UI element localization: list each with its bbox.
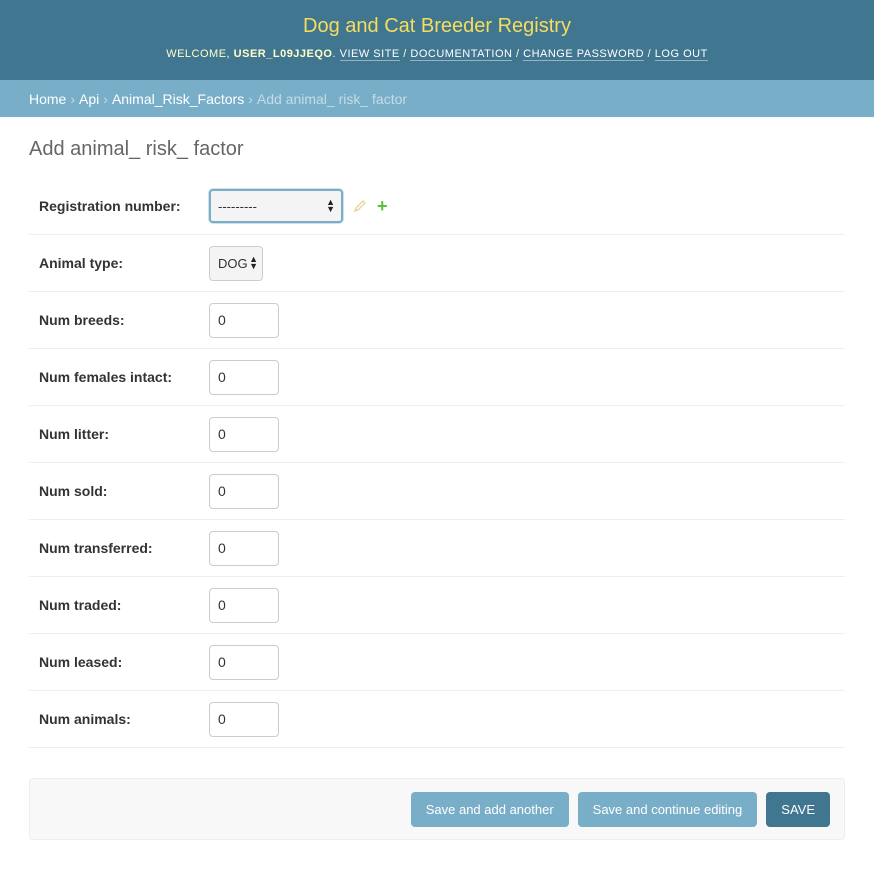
breadcrumb: Home › Api › Animal_Risk_Factors › Add a… bbox=[0, 80, 874, 117]
form-row-num-sold: Num sold: bbox=[29, 463, 845, 520]
registration-number-select[interactable]: --------- ▲ ▼ bbox=[209, 189, 343, 223]
save-button[interactable]: Save bbox=[766, 791, 830, 827]
breadcrumb-animal-risk-factors[interactable]: Animal_Risk_Factors bbox=[112, 91, 244, 107]
breadcrumb-separator: › bbox=[248, 90, 253, 107]
form-row-animal-type: Animal type: DOG ▲ ▼ bbox=[29, 235, 845, 292]
plus-icon[interactable]: + bbox=[377, 197, 388, 215]
num-sold-input[interactable] bbox=[209, 473, 279, 509]
registration-number-value: --------- bbox=[218, 198, 257, 214]
breadcrumb-separator: › bbox=[70, 90, 76, 107]
num-transferred-label: Num transferred: bbox=[39, 540, 153, 556]
risk-factor-form: Registration number: --------- ▲ ▼ + Anim… bbox=[29, 178, 845, 748]
num-transferred-input[interactable] bbox=[209, 530, 279, 566]
num-animals-input[interactable] bbox=[209, 701, 279, 737]
main-content: Add animal_ risk_ factor Registration nu… bbox=[0, 117, 874, 840]
num-leased-label: Num leased: bbox=[39, 654, 123, 670]
animal-type-label: Animal type: bbox=[39, 255, 124, 271]
related-widget-icons: + bbox=[353, 197, 388, 215]
num-sold-label: Num sold: bbox=[39, 483, 108, 499]
logout-link[interactable]: Log out bbox=[654, 48, 708, 61]
animal-type-value: DOG bbox=[218, 255, 248, 271]
breadcrumb-current: Add animal_ risk_ factor bbox=[256, 90, 408, 107]
welcome-text: Welcome, bbox=[166, 48, 231, 60]
user-tools: Welcome, USER_L09JJEQO. View site / Docu… bbox=[166, 48, 708, 61]
form-row-num-traded: Num traded: bbox=[29, 577, 845, 634]
view-site-link[interactable]: View site bbox=[339, 48, 400, 61]
select-arrows-icon: ▲ ▼ bbox=[249, 254, 258, 271]
num-litter-label: Num litter: bbox=[39, 426, 109, 442]
form-row-num-litter: Num litter: bbox=[29, 406, 845, 463]
num-traded-input[interactable] bbox=[209, 587, 279, 623]
num-leased-input[interactable] bbox=[209, 644, 279, 680]
num-breeds-input[interactable] bbox=[209, 302, 279, 338]
registration-number-label: Registration number: bbox=[39, 198, 181, 214]
change-password-link[interactable]: Change password bbox=[523, 48, 645, 61]
documentation-link[interactable]: Documentation bbox=[410, 48, 513, 61]
save-and-add-another-button[interactable]: Save and add another bbox=[410, 791, 569, 827]
form-row-num-females-intact: Num females intact: bbox=[29, 349, 845, 406]
pencil-icon[interactable] bbox=[353, 199, 367, 213]
num-traded-label: Num traded: bbox=[39, 597, 122, 613]
num-animals-label: Num animals: bbox=[39, 711, 131, 727]
form-row-num-animals: Num animals: bbox=[29, 691, 845, 748]
form-row-registration-number: Registration number: --------- ▲ ▼ + bbox=[29, 178, 845, 235]
form-row-num-transferred: Num transferred: bbox=[29, 520, 845, 577]
breadcrumb-home[interactable]: Home bbox=[29, 91, 66, 107]
username: USER_L09JJEQO bbox=[233, 48, 333, 60]
num-females-intact-input[interactable] bbox=[209, 359, 279, 395]
breadcrumb-separator: › bbox=[103, 90, 108, 107]
page-title: Add animal_ risk_ factor bbox=[29, 138, 244, 160]
animal-type-select[interactable]: DOG ▲ ▼ bbox=[209, 245, 263, 281]
select-arrows-icon: ▲ ▼ bbox=[326, 197, 335, 214]
save-and-continue-button[interactable]: Save and continue editing bbox=[577, 791, 758, 827]
site-title[interactable]: Dog and Cat Breeder Registry bbox=[0, 13, 874, 39]
form-row-num-leased: Num leased: bbox=[29, 634, 845, 691]
num-females-intact-label: Num females intact: bbox=[39, 369, 173, 385]
num-breeds-label: Num breeds: bbox=[39, 312, 125, 328]
submit-row: Save and add another Save and continue e… bbox=[29, 778, 845, 840]
form-row-num-breeds: Num breeds: bbox=[29, 292, 845, 349]
breadcrumb-api[interactable]: Api bbox=[79, 91, 99, 107]
site-header: Dog and Cat Breeder Registry Welcome, US… bbox=[0, 0, 874, 80]
num-litter-input[interactable] bbox=[209, 416, 279, 452]
